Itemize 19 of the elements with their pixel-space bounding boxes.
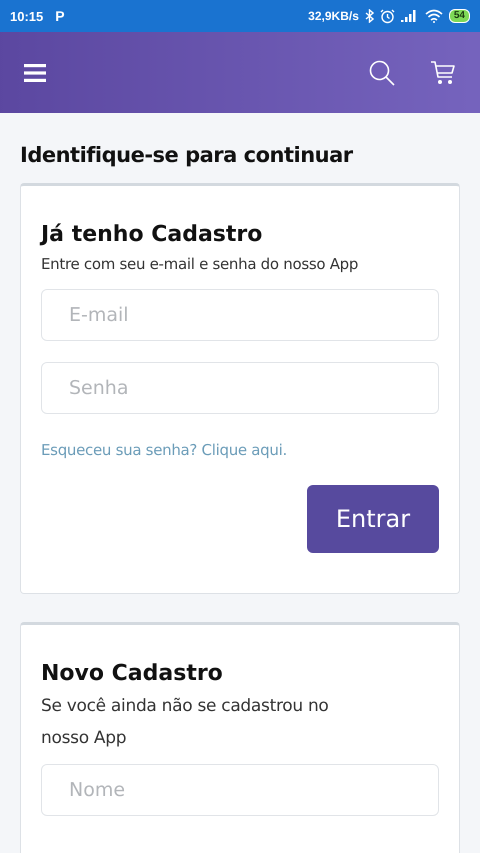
login-button[interactable]: Entrar xyxy=(307,484,439,552)
clock-time: 10:15 xyxy=(10,8,44,24)
cart-icon[interactable] xyxy=(430,60,456,86)
alarm-icon xyxy=(380,8,395,24)
search-icon[interactable] xyxy=(368,58,396,86)
card-subtitle: Se você ainda não se cadastrou no nosso App xyxy=(41,694,330,750)
app-notification-icon: P xyxy=(55,8,65,24)
battery-indicator: 54 xyxy=(448,9,470,23)
card-subtitle: Entre com seu e-mail e senha do nosso App xyxy=(41,255,360,274)
network-speed: 32,9KB/s xyxy=(308,9,359,23)
menu-icon[interactable] xyxy=(24,64,46,82)
input-field[interactable]: Senha xyxy=(41,362,439,414)
page-title: Identifique-se para continuar xyxy=(20,143,354,167)
bluetooth-icon xyxy=(364,9,374,23)
input-field[interactable]: Nome xyxy=(41,764,439,816)
card-title: Já tenho Cadastro xyxy=(41,222,264,247)
card-title: Novo Cadastro xyxy=(41,660,224,686)
wifi-icon xyxy=(424,9,443,23)
input-field[interactable]: E-mail xyxy=(41,288,439,340)
